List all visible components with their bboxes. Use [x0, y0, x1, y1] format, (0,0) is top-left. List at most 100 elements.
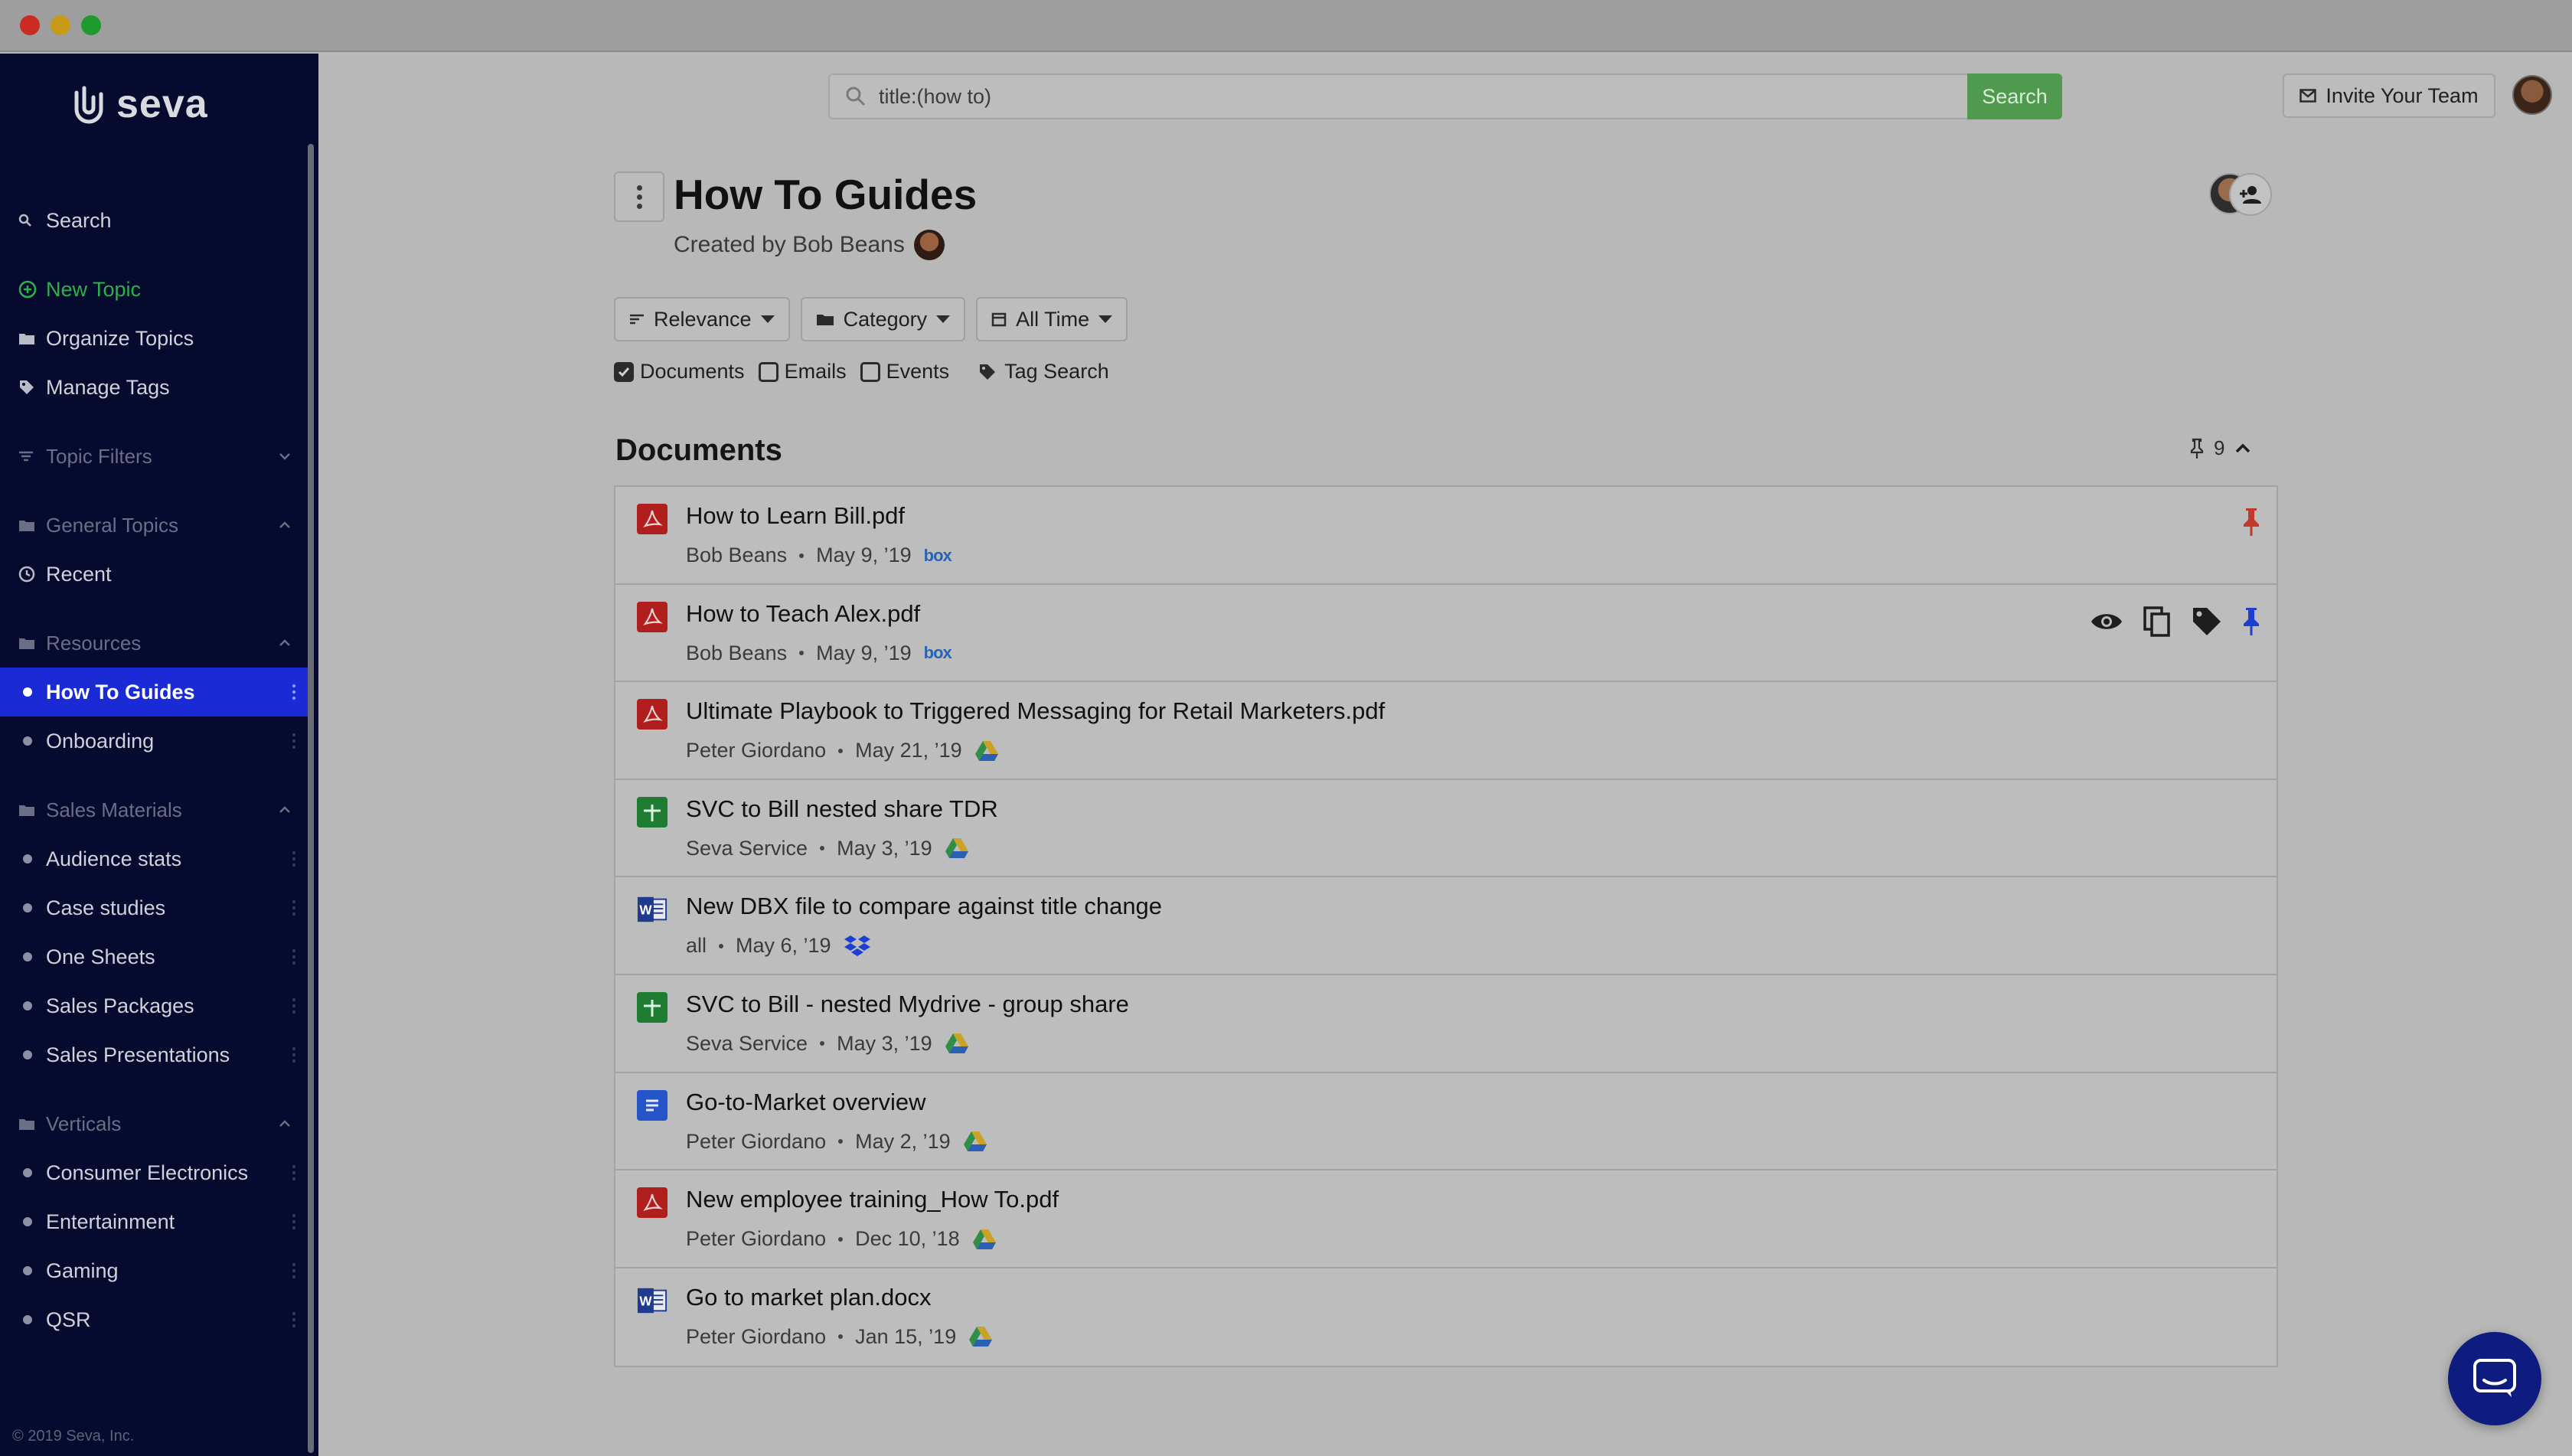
document-title[interactable]: How to Learn Bill.pdf	[686, 502, 905, 530]
document-meta: Seva Service May 3, ’19	[686, 1032, 969, 1056]
sidebar-item-gaming[interactable]: Gaming	[0, 1246, 309, 1295]
more-options-icon[interactable]	[292, 1165, 295, 1180]
general-topics-header[interactable]: General Topics	[0, 501, 309, 550]
close-window-button[interactable]	[20, 15, 40, 35]
sidebar-item-onboarding[interactable]: Onboarding	[0, 717, 309, 766]
checkbox-checked-icon	[614, 361, 634, 382]
document-title[interactable]: SVC to Bill nested share TDR	[686, 795, 998, 823]
copyright-text: © 2019 Seva, Inc.	[12, 1428, 135, 1445]
pinned-summary[interactable]: 9	[2189, 436, 2252, 460]
list-item[interactable]: Go-to-Market overview Peter Giordano May…	[615, 1073, 2277, 1171]
more-options-icon[interactable]	[292, 733, 295, 749]
sidebar-item-recent[interactable]: Recent	[0, 550, 309, 599]
time-dropdown[interactable]: All Time	[976, 297, 1128, 341]
sidebar-search[interactable]: Search	[0, 196, 309, 245]
document-title[interactable]: How to Teach Alex.pdf	[686, 600, 920, 628]
user-avatar[interactable]	[2512, 75, 2552, 115]
sidebar-item-sales-packages[interactable]: Sales Packages	[0, 981, 309, 1030]
more-options-icon[interactable]	[292, 900, 295, 916]
list-item[interactable]: How to Teach Alex.pdf Bob Beans May 9, ’…	[615, 585, 2277, 683]
search-query: title:(how to)	[879, 84, 992, 108]
list-item[interactable]: New employee training_How To.pdf Peter G…	[615, 1170, 2277, 1268]
type-checkboxes: Documents Emails Events Tag Search	[614, 360, 1109, 384]
clock-icon	[18, 566, 46, 583]
document-date: May 2, ’19	[855, 1129, 951, 1153]
chevron-up-icon	[2236, 443, 2250, 452]
sidebar-item-case-studies[interactable]: Case studies	[0, 883, 309, 932]
seva-logo[interactable]: seva	[70, 81, 208, 127]
more-options-icon[interactable]	[292, 851, 295, 867]
add-member-button[interactable]	[2229, 173, 2272, 216]
document-title[interactable]: New employee training_How To.pdf	[686, 1186, 1059, 1213]
time-label: All Time	[1016, 307, 1090, 331]
document-title[interactable]: SVC to Bill - nested Mydrive - group sha…	[686, 991, 1129, 1018]
pin-filled-icon[interactable]	[2241, 507, 2261, 537]
invite-team-button[interactable]: Invite Your Team	[2283, 73, 2495, 118]
document-author: Peter Giordano	[686, 1324, 827, 1348]
chevron-up-icon	[279, 1120, 290, 1127]
new-topic-button[interactable]: New Topic	[0, 265, 309, 314]
list-item[interactable]: How to Learn Bill.pdf Bob Beans May 9, ’…	[615, 487, 2277, 585]
more-options-icon[interactable]	[292, 1312, 295, 1327]
sort-dropdown[interactable]: Relevance	[614, 297, 790, 341]
row-actions	[2090, 605, 2261, 638]
manage-tags-link[interactable]: Manage Tags	[0, 363, 309, 412]
document-title[interactable]: Go to market plan.docx	[686, 1284, 932, 1311]
more-options-icon[interactable]	[292, 949, 295, 965]
document-meta: Peter Giordano May 2, ’19	[686, 1130, 987, 1154]
more-options-icon[interactable]	[292, 1263, 295, 1278]
verticals-header[interactable]: Verticals	[0, 1099, 309, 1148]
sidebar-item-qsr[interactable]: QSR	[0, 1295, 309, 1344]
sidebar-item-consumer-electronics[interactable]: Consumer Electronics	[0, 1148, 309, 1197]
eye-icon[interactable]	[2090, 610, 2123, 633]
list-item[interactable]: W New DBX file to compare against title …	[615, 877, 2277, 975]
checkbox-empty-icon	[860, 361, 880, 382]
more-options-icon[interactable]	[292, 998, 295, 1014]
tag-icon[interactable]	[2191, 606, 2223, 638]
google-drive-icon	[969, 1327, 993, 1347]
topic-menu-button[interactable]	[614, 171, 664, 222]
document-date: May 9, ’19	[816, 544, 912, 566]
list-item[interactable]: SVC to Bill - nested Mydrive - group sha…	[615, 975, 2277, 1073]
document-author: Bob Beans	[686, 544, 788, 566]
minimize-window-button[interactable]	[51, 15, 70, 35]
more-options-icon[interactable]	[292, 684, 295, 700]
topic-filters-header[interactable]: Topic Filters	[0, 432, 309, 481]
list-item[interactable]: W Go to market plan.docx Peter Giordano …	[615, 1268, 2277, 1366]
sidebar-item-entertainment[interactable]: Entertainment	[0, 1197, 309, 1246]
search-input[interactable]: title:(how to)	[828, 73, 1967, 119]
list-item[interactable]: SVC to Bill nested share TDR Seva Servic…	[615, 780, 2277, 878]
more-options-icon[interactable]	[292, 1214, 295, 1229]
sidebar-item-label: Recent	[46, 562, 112, 586]
category-dropdown[interactable]: Category	[800, 297, 966, 341]
emails-checkbox[interactable]: Emails	[758, 360, 847, 384]
sidebar-scrollbar[interactable]	[308, 144, 314, 1453]
list-item[interactable]: Ultimate Playbook to Triggered Messaging…	[615, 682, 2277, 780]
dropbox-icon	[844, 935, 870, 956]
sidebar-item-audience-stats[interactable]: Audience stats	[0, 834, 309, 883]
resources-header[interactable]: Resources	[0, 619, 309, 668]
chat-launcher-button[interactable]	[2448, 1332, 2541, 1425]
document-meta: all May 6, ’19	[686, 934, 871, 958]
maximize-window-button[interactable]	[81, 15, 101, 35]
document-author: Peter Giordano	[686, 739, 827, 762]
sidebar-item-how-to-guides[interactable]: How To Guides	[0, 668, 309, 717]
sales-materials-header[interactable]: Sales Materials	[0, 785, 309, 834]
search-button[interactable]: Search	[1967, 73, 2062, 119]
pin-filled-icon[interactable]	[2241, 606, 2261, 637]
tag-icon	[980, 364, 996, 380]
sidebar-item-sales-presentations[interactable]: Sales Presentations	[0, 1030, 309, 1079]
sidebar-item-one-sheets[interactable]: One Sheets	[0, 932, 309, 981]
resources-label: Resources	[46, 631, 142, 655]
sidebar-item-label: Consumer Electronics	[46, 1161, 249, 1184]
document-title[interactable]: Go-to-Market overview	[686, 1089, 926, 1116]
document-title[interactable]: Ultimate Playbook to Triggered Messaging…	[686, 697, 1385, 725]
document-title[interactable]: New DBX file to compare against title ch…	[686, 893, 1162, 920]
organize-topics-link[interactable]: Organize Topics	[0, 314, 309, 363]
created-by-text: Created by Bob Beans	[674, 232, 905, 257]
copy-icon[interactable]	[2142, 605, 2172, 638]
tag-search-link[interactable]: Tag Search	[978, 360, 1109, 384]
documents-checkbox[interactable]: Documents	[614, 360, 745, 384]
more-options-icon[interactable]	[292, 1047, 295, 1063]
events-checkbox[interactable]: Events	[860, 360, 949, 384]
